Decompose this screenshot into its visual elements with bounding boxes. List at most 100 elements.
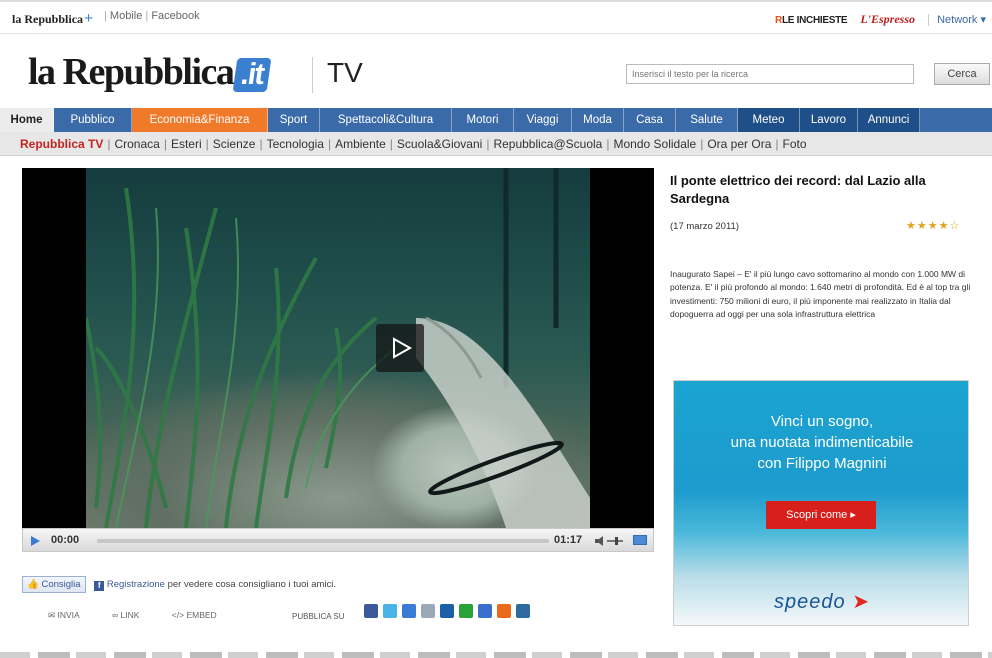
star-filled-icon[interactable]: ★ [906, 220, 917, 232]
ad-line-1: Vinci un sogno, [770, 413, 874, 430]
subnav-scuola-giovani[interactable]: Scuola&Giovani [397, 137, 482, 151]
top-links: | Mobile | Facebook [104, 10, 200, 22]
video-date: (17 marzo 2011) [670, 221, 739, 232]
seagrass-scene [86, 168, 590, 528]
nav-viaggi[interactable]: Viaggi [514, 108, 572, 132]
subnav-mondo-solidale[interactable]: Mondo Solidale [613, 137, 696, 151]
sub-nav: Repubblica TV | Cronaca | Esteri | Scienze | Tec… [0, 132, 992, 156]
subnav-foto[interactable]: Foto [783, 137, 807, 151]
nav-home[interactable]: Home [0, 108, 54, 132]
embed-icon: </> [171, 610, 185, 620]
nav-meteo[interactable]: Meteo [738, 108, 800, 132]
search-input[interactable] [626, 64, 914, 84]
consiglia-button[interactable]: 👍 Consiglia [22, 576, 86, 593]
nav-motori[interactable]: Motori [452, 108, 514, 132]
subnav-repubblica-tv[interactable]: Repubblica TV [20, 137, 103, 151]
espresso-link[interactable]: L'Espresso [860, 12, 915, 26]
le-inchieste-link[interactable]: RLE INCHIESTE [775, 15, 848, 26]
nav-spettacoli-cultura[interactable]: Spettacoli&Cultura [320, 108, 452, 132]
sub-nav-separator: | [205, 137, 209, 151]
volume-icon[interactable] [595, 534, 625, 552]
ad-headline: Vinci un sogno, una nuotata indimenticab… [674, 411, 968, 474]
social-share-icon[interactable] [497, 604, 511, 618]
social-icons [364, 604, 530, 618]
social-share-icon[interactable] [440, 604, 454, 618]
social-share-icon[interactable] [421, 604, 435, 618]
sub-nav-separator: | [163, 137, 167, 151]
subnav-cronaca[interactable]: Cronaca [114, 137, 159, 151]
registrazione-link[interactable]: Registrazione [107, 579, 165, 590]
sub-nav-separator: | [389, 137, 393, 151]
subnav-scienze[interactable]: Scienze [213, 137, 256, 151]
speedo-ad[interactable]: Vinci un sogno, una nuotata indimenticab… [673, 380, 969, 626]
mobile-link[interactable]: Mobile [110, 10, 142, 22]
ad-line-3: con Filippo Magnini [757, 455, 887, 472]
video-player[interactable] [22, 168, 654, 528]
star-empty-icon[interactable]: ☆ [950, 220, 961, 232]
star-filled-icon[interactable]: ★ [917, 220, 928, 232]
video-description: Inaugurato Sapei – E' il più lungo cavo … [670, 269, 971, 319]
star-filled-icon[interactable]: ★ [939, 220, 950, 232]
mail-icon: ✉ [48, 610, 56, 620]
play-icon [31, 536, 40, 546]
social-share-icon[interactable] [402, 604, 416, 618]
link-icon: ∞ [112, 610, 119, 620]
network-menu[interactable]: Network ▾ [928, 14, 986, 26]
social-share-icon[interactable] [478, 604, 492, 618]
progress-bar[interactable] [97, 539, 549, 543]
scopri-come-button[interactable]: Scopri come ▸ [766, 501, 876, 529]
social-share-icon[interactable] [364, 604, 378, 618]
nav-pubblico[interactable]: Pubblico [54, 108, 132, 132]
facebook-link[interactable]: Facebook [151, 10, 199, 22]
subnav-tecnologia[interactable]: Tecnologia [267, 137, 324, 151]
main-nav: Home Pubblico Economia&Finanza Sport Spettac… [0, 108, 992, 132]
site-logo-it: .it [233, 58, 272, 92]
subnav-repubblica-scuola[interactable]: Repubblica@Scuola [493, 137, 602, 151]
social-share-icon[interactable] [383, 604, 397, 618]
nav-economia-finanza[interactable]: Economia&Finanza [132, 108, 268, 132]
video-title: Il ponte elettrico dei record: dal Lazio… [670, 173, 926, 206]
video-frame[interactable] [86, 168, 590, 528]
share-row: ✉ INVIA ∞ LINK </> EMBED [48, 610, 247, 621]
nav-annunci[interactable]: Annunci [858, 108, 920, 132]
sub-nav-separator: | [486, 137, 490, 151]
speedo-logo: speedo ➤ [674, 589, 968, 614]
nav-moda[interactable]: Moda [572, 108, 624, 132]
play-overlay-button[interactable] [376, 324, 424, 372]
nav-lavoro[interactable]: Lavoro [800, 108, 858, 132]
fullscreen-icon[interactable] [633, 535, 647, 545]
play-icon [393, 337, 413, 359]
inchieste-logo-mark: R [775, 15, 782, 26]
ad-line-2: una nuotata indimenticabile [730, 434, 914, 451]
subnav-ora-per-ora[interactable]: Ora per Ora [707, 137, 771, 151]
subnav-ambiente[interactable]: Ambiente [335, 137, 386, 151]
invia-button[interactable]: ✉ INVIA [48, 610, 80, 620]
nav-salute[interactable]: Salute [676, 108, 738, 132]
boomerang-icon: ➤ [852, 591, 870, 613]
embed-label: EMBED [186, 610, 217, 620]
sub-nav-separator: | [700, 137, 704, 151]
site-logo[interactable]: la Repubblica .it [28, 50, 272, 94]
social-share-icon[interactable] [516, 604, 530, 618]
inchieste-label: LE INCHIESTE [781, 15, 848, 26]
invia-label: INVIA [57, 610, 80, 620]
recommend-text: per vedere cosa consigliano i tuoi amici… [164, 579, 337, 590]
play-button[interactable] [29, 534, 41, 552]
total-time: 01:17 [554, 534, 583, 546]
star-filled-icon[interactable]: ★ [928, 220, 939, 232]
social-share-icon[interactable] [459, 604, 473, 618]
sub-nav-separator: | [327, 137, 332, 151]
section-title: TV [312, 57, 363, 93]
sub-nav-separator: | [107, 137, 111, 151]
network-logo[interactable]: la Repubblica+ [12, 10, 93, 28]
link-label: LINK [120, 610, 140, 620]
subnav-esteri[interactable]: Esteri [171, 137, 202, 151]
current-time: 00:00 [51, 534, 80, 546]
site-logo-text: la Repubblica [28, 51, 235, 93]
nav-sport[interactable]: Sport [268, 108, 320, 132]
embed-button[interactable]: </> EMBED [172, 610, 217, 620]
nav-casa[interactable]: Casa [624, 108, 676, 132]
rating-stars[interactable]: ★★★★☆ [906, 219, 960, 232]
link-button[interactable]: ∞ LINK [112, 610, 139, 620]
search-button[interactable]: Cerca [934, 63, 990, 85]
